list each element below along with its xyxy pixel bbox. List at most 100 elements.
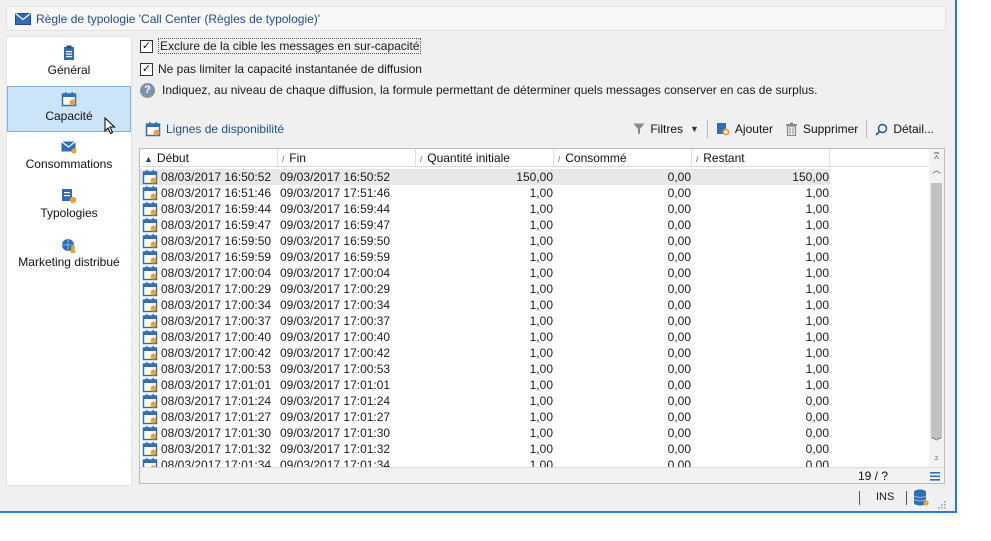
- end-cell: 09/03/2017 17:01:01: [280, 378, 391, 392]
- table-row[interactable]: 08/03/2017 17:01:27 09/03/2017 17:01:27 1,…: [140, 409, 830, 425]
- table-row[interactable]: 08/03/2017 16:59:44 09/03/2017 16:59:44 1,…: [140, 201, 830, 217]
- sidebar-item-typologies[interactable]: Typologies: [7, 184, 131, 230]
- table-row[interactable]: 08/03/2017 17:01:24 09/03/2017 17:01:24 1,…: [140, 393, 830, 409]
- envelope-icon: [61, 139, 77, 155]
- column-header-start[interactable]: ▲ Début: [140, 149, 278, 167]
- sidebar-item-distributed-marketing[interactable]: Marketing distribué: [7, 233, 131, 279]
- availability-line-icon: [142, 265, 158, 281]
- start-cell: 08/03/2017 16:59:50: [161, 234, 272, 248]
- record-count: 19 / ?: [857, 469, 888, 483]
- start-cell: 08/03/2017 16:59:44: [161, 202, 272, 216]
- column-header-end[interactable]: / Fin: [278, 149, 416, 167]
- availability-line-icon: [142, 217, 158, 233]
- availability-line-icon: [142, 409, 158, 425]
- sidebar-item-consumptions[interactable]: Consommations: [7, 135, 131, 181]
- add-button[interactable]: Ajouter: [710, 118, 779, 140]
- no-limit-checkbox[interactable]: ✓: [140, 62, 153, 76]
- table-row[interactable]: 08/03/2017 17:00:53 09/03/2017 17:00:53 1,…: [140, 361, 830, 377]
- magnifier-icon: [875, 123, 888, 136]
- toolbar-divider: [866, 120, 868, 138]
- end-cell: 09/03/2017 16:59:59: [280, 250, 391, 264]
- start-cell: 08/03/2017 17:01:01: [161, 378, 272, 392]
- table-row[interactable]: 08/03/2017 16:51:46 09/03/2017 17:51:46 1,…: [140, 185, 830, 201]
- table-row[interactable]: 08/03/2017 16:59:59 09/03/2017 16:59:59 1,…: [140, 249, 830, 265]
- initial-quantity-cell: 1,00: [529, 394, 553, 408]
- sidebar-item-general[interactable]: Général: [7, 41, 131, 87]
- resize-grip-icon[interactable]: [936, 498, 946, 509]
- table-row[interactable]: 08/03/2017 17:00:42 09/03/2017 17:00:42 1,…: [140, 345, 830, 361]
- info-icon: ?: [140, 82, 155, 98]
- column-header-consumed[interactable]: / Consommé: [554, 149, 692, 167]
- funnel-icon: [633, 123, 645, 135]
- end-cell: 09/03/2017 17:00:37: [280, 314, 391, 328]
- remaining-cell: 1,00: [805, 314, 829, 328]
- detail-button[interactable]: Détail...: [869, 118, 940, 140]
- exclude-overcapacity-option[interactable]: ✓ Exclure de la cible les messages en su…: [140, 37, 422, 55]
- column-header-label: Consommé: [565, 151, 627, 165]
- scroll-down-icon[interactable]: ﹀: [929, 435, 944, 449]
- vertical-scrollbar[interactable]: ⩞ ︿ ﹀ ⩡: [929, 149, 944, 467]
- envelope-icon: [15, 12, 31, 25]
- start-cell: 08/03/2017 17:00:04: [161, 266, 272, 280]
- toolbar-actions: Filtres ▼ Ajouter Supprimer Détail...: [627, 116, 940, 142]
- delete-button[interactable]: Supprimer: [779, 118, 864, 140]
- initial-quantity-cell: 1,00: [529, 266, 553, 280]
- consumed-cell: 0,00: [667, 362, 691, 376]
- table-row[interactable]: 08/03/2017 17:01:01 09/03/2017 17:01:01 1,…: [140, 377, 830, 393]
- table-row[interactable]: 08/03/2017 16:50:52 09/03/2017 16:50:52 15…: [140, 169, 830, 185]
- consumed-cell: 0,00: [667, 330, 691, 344]
- initial-quantity-cell: 1,00: [529, 410, 553, 424]
- consumed-cell: 0,00: [667, 186, 691, 200]
- insert-mode-indicator: INS: [876, 491, 895, 503]
- column-header-remaining[interactable]: / Restant: [692, 149, 830, 167]
- table-row[interactable]: 08/03/2017 17:01:32 09/03/2017 17:01:32 1,…: [140, 441, 830, 457]
- info-row: ? Indiquez, au niveau de chaque diffusio…: [140, 81, 818, 99]
- title-bar: Règle de typologie 'Call Center (Règles …: [6, 6, 946, 31]
- sort-handle-icon: /: [282, 155, 285, 164]
- filters-button[interactable]: Filtres ▼: [627, 118, 705, 140]
- scroll-top-icon[interactable]: ⩞: [929, 149, 944, 163]
- status-bar: INS: [6, 488, 946, 509]
- calendar-icon: [145, 121, 161, 137]
- sidebar-item-label: Marketing distribué: [18, 255, 120, 269]
- end-cell: 09/03/2017 17:00:53: [280, 362, 391, 376]
- table-row[interactable]: 08/03/2017 17:00:34 09/03/2017 17:00:34 1,…: [140, 297, 830, 313]
- table-row[interactable]: 08/03/2017 17:00:37 09/03/2017 17:00:37 1,…: [140, 313, 830, 329]
- column-header-label: Restant: [703, 151, 745, 165]
- start-cell: 08/03/2017 16:50:52: [161, 170, 272, 184]
- start-cell: 08/03/2017 17:00:34: [161, 298, 272, 312]
- start-cell: 08/03/2017 17:01:30: [161, 426, 272, 440]
- remaining-cell: 0,00: [805, 410, 829, 424]
- availability-line-icon: [142, 185, 158, 201]
- table-row[interactable]: 08/03/2017 16:59:47 09/03/2017 16:59:47 1,…: [140, 217, 830, 233]
- list-menu-icon[interactable]: [929, 470, 941, 482]
- scrollbar-thumb[interactable]: [931, 183, 942, 439]
- grid-header: ▲ Début / Fin / Quantité initiale / Consommé…: [140, 149, 930, 167]
- consumed-cell: 0,00: [667, 346, 691, 360]
- remaining-cell: 1,00: [805, 218, 829, 232]
- initial-quantity-cell: 1,00: [529, 346, 553, 360]
- column-header-initial-quantity[interactable]: / Quantité initiale: [416, 149, 554, 167]
- column-header-label: Début: [156, 151, 189, 165]
- initial-quantity-cell: 1,00: [529, 282, 553, 296]
- database-icon: [913, 489, 929, 507]
- no-limit-option[interactable]: ✓ Ne pas limiter la capacité instantanée…: [140, 60, 422, 78]
- table-row[interactable]: 08/03/2017 17:00:04 09/03/2017 17:00:04 1,…: [140, 265, 830, 281]
- end-cell: 09/03/2017 17:51:46: [280, 186, 391, 200]
- table-row[interactable]: 08/03/2017 17:00:29 09/03/2017 17:00:29 1,…: [140, 281, 830, 297]
- sidebar-item-capacity[interactable]: Capacité: [7, 86, 131, 135]
- exclude-overcapacity-checkbox[interactable]: ✓: [140, 39, 153, 53]
- initial-quantity-cell: 1,00: [529, 218, 553, 232]
- consumed-cell: 0,00: [667, 394, 691, 408]
- consumed-cell: 0,00: [667, 202, 691, 216]
- table-row[interactable]: 08/03/2017 17:00:40 09/03/2017 17:00:40 1,…: [140, 329, 830, 345]
- table-row[interactable]: 08/03/2017 17:01:30 09/03/2017 17:01:30 1,…: [140, 425, 830, 441]
- table-row[interactable]: 08/03/2017 16:59:50 09/03/2017 16:59:50 1,…: [140, 233, 830, 249]
- end-cell: 09/03/2017 16:59:44: [280, 202, 391, 216]
- availability-line-icon: [142, 441, 158, 457]
- start-cell: 08/03/2017 17:01:24: [161, 394, 272, 408]
- scroll-bottom-icon[interactable]: ⩡: [929, 451, 944, 465]
- scroll-up-icon[interactable]: ︿: [929, 163, 944, 177]
- availability-line-icon: [142, 201, 158, 217]
- start-cell: 08/03/2017 17:01:27: [161, 410, 272, 424]
